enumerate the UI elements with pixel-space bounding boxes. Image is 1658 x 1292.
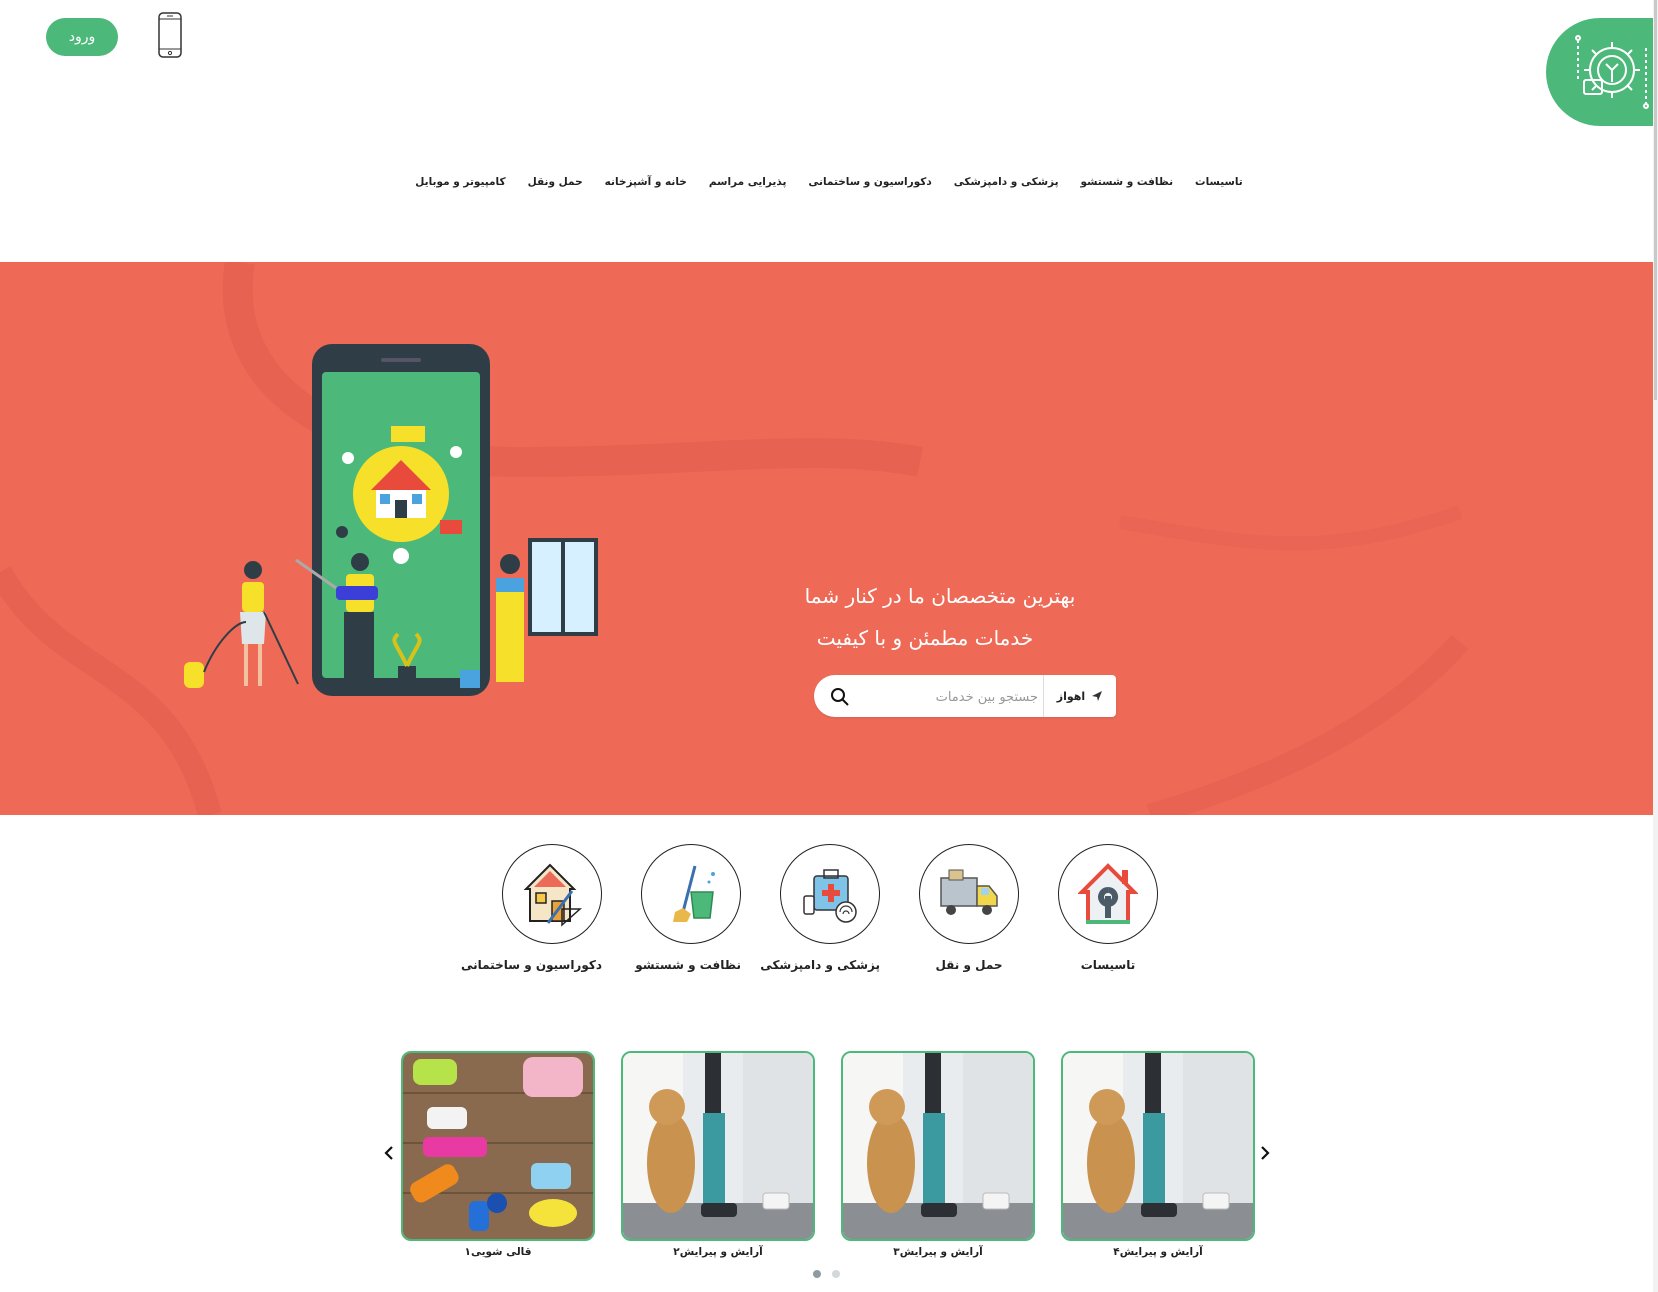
category-circle[interactable] <box>780 844 880 944</box>
category-installations[interactable]: تاسیسات <box>1058 844 1158 972</box>
delivery-truck-icon <box>940 869 998 915</box>
category-label: نظافت و شستشو <box>635 958 741 972</box>
carousel-card-label: آرایش و پیرایش۳ <box>893 1246 983 1258</box>
search-icon[interactable] <box>830 687 850 707</box>
mop-bucket-icon <box>673 865 715 922</box>
hero-headline: بهترین متخصصان ما در کنار شما <box>804 584 1076 608</box>
city-selector-button[interactable]: اهواز <box>1043 675 1116 717</box>
carousel-card[interactable] <box>841 1051 1035 1241</box>
category-label: دکوراسیون و ساختمانی <box>460 958 602 972</box>
nav-item-catering[interactable]: پذیرایی مراسم <box>709 172 787 202</box>
category-medical[interactable]: پزشکی و دامپزشکی <box>760 844 880 972</box>
carousel-card-label: آرایش و پیرایش۲ <box>673 1246 763 1258</box>
category-transport[interactable]: حمل و نقل <box>919 844 1019 972</box>
carousel-card[interactable] <box>401 1051 595 1241</box>
nav-item-installations[interactable]: تاسیسات <box>1195 172 1243 202</box>
chevron-right-icon <box>1261 1146 1270 1160</box>
location-arrow-icon <box>1092 691 1103 701</box>
nav-item-decoration[interactable]: دکوراسیون و ساختمانی <box>808 172 931 202</box>
dog-vacuum-photo <box>623 1053 813 1239</box>
category-decoration[interactable]: دکوراسیون و ساختمانی <box>460 844 602 972</box>
search-input[interactable] <box>858 681 1040 713</box>
category-circle[interactable] <box>641 844 741 944</box>
medical-kit-icon <box>803 869 857 923</box>
category-label: پزشکی و دامپزشکی <box>760 958 880 972</box>
nav-item-transport[interactable]: حمل ونقل <box>528 172 583 202</box>
carousel-card-label: قالی شویی۱ <box>464 1246 532 1258</box>
hero-banner: بهترین متخصصان ما در کنار شما خدمات مطمئ… <box>0 262 1653 815</box>
hero-subheadline: خدمات مطمئن و با کیفیت <box>816 626 1034 650</box>
house-wrench-icon <box>1078 863 1138 924</box>
hero-illustration <box>184 344 598 696</box>
site-logo[interactable] <box>1546 18 1658 126</box>
search-bar: اهواز <box>814 675 1116 717</box>
category-circle[interactable] <box>1058 844 1158 944</box>
category-circle[interactable] <box>919 844 1019 944</box>
dog-vacuum-photo <box>1063 1053 1253 1239</box>
main-nav: تاسیسات نظافت و شستشو پزشکی و دامپزشکی د… <box>0 172 1658 202</box>
carousel-card-label: آرایش و پیرایش۴ <box>1113 1246 1203 1258</box>
category-circle[interactable] <box>502 844 602 944</box>
carousel-prev-button[interactable] <box>379 1141 399 1165</box>
carousel-card[interactable] <box>621 1051 815 1241</box>
carousel-dot[interactable] <box>832 1270 840 1278</box>
carousel-card[interactable] <box>1061 1051 1255 1241</box>
mobile-phone-icon[interactable] <box>156 12 184 58</box>
category-label: تاسیسات <box>1080 958 1136 972</box>
city-label: اهواز <box>1056 689 1086 703</box>
chevron-left-icon <box>384 1146 393 1160</box>
carousel-next-button[interactable] <box>1255 1141 1275 1165</box>
nav-item-computer-mobile[interactable]: کامپیوتر و موبایل <box>415 172 505 202</box>
nav-item-medical[interactable]: پزشکی و دامپزشکی <box>954 172 1059 202</box>
cleaning-supplies-photo <box>403 1053 593 1239</box>
gear-wrench-logo-icon <box>1575 35 1649 109</box>
nav-item-home-kitchen[interactable]: خانه و آشپزخانه <box>605 172 687 202</box>
carousel-dot-active[interactable] <box>813 1270 821 1278</box>
category-cleaning[interactable]: نظافت و شستشو <box>635 844 741 972</box>
dog-vacuum-photo <box>843 1053 1033 1239</box>
nav-item-cleaning[interactable]: نظافت و شستشو <box>1081 172 1174 202</box>
login-button[interactable]: ورود <box>46 18 118 56</box>
house-tools-icon <box>523 863 582 927</box>
category-label: حمل و نقل <box>935 958 1003 972</box>
